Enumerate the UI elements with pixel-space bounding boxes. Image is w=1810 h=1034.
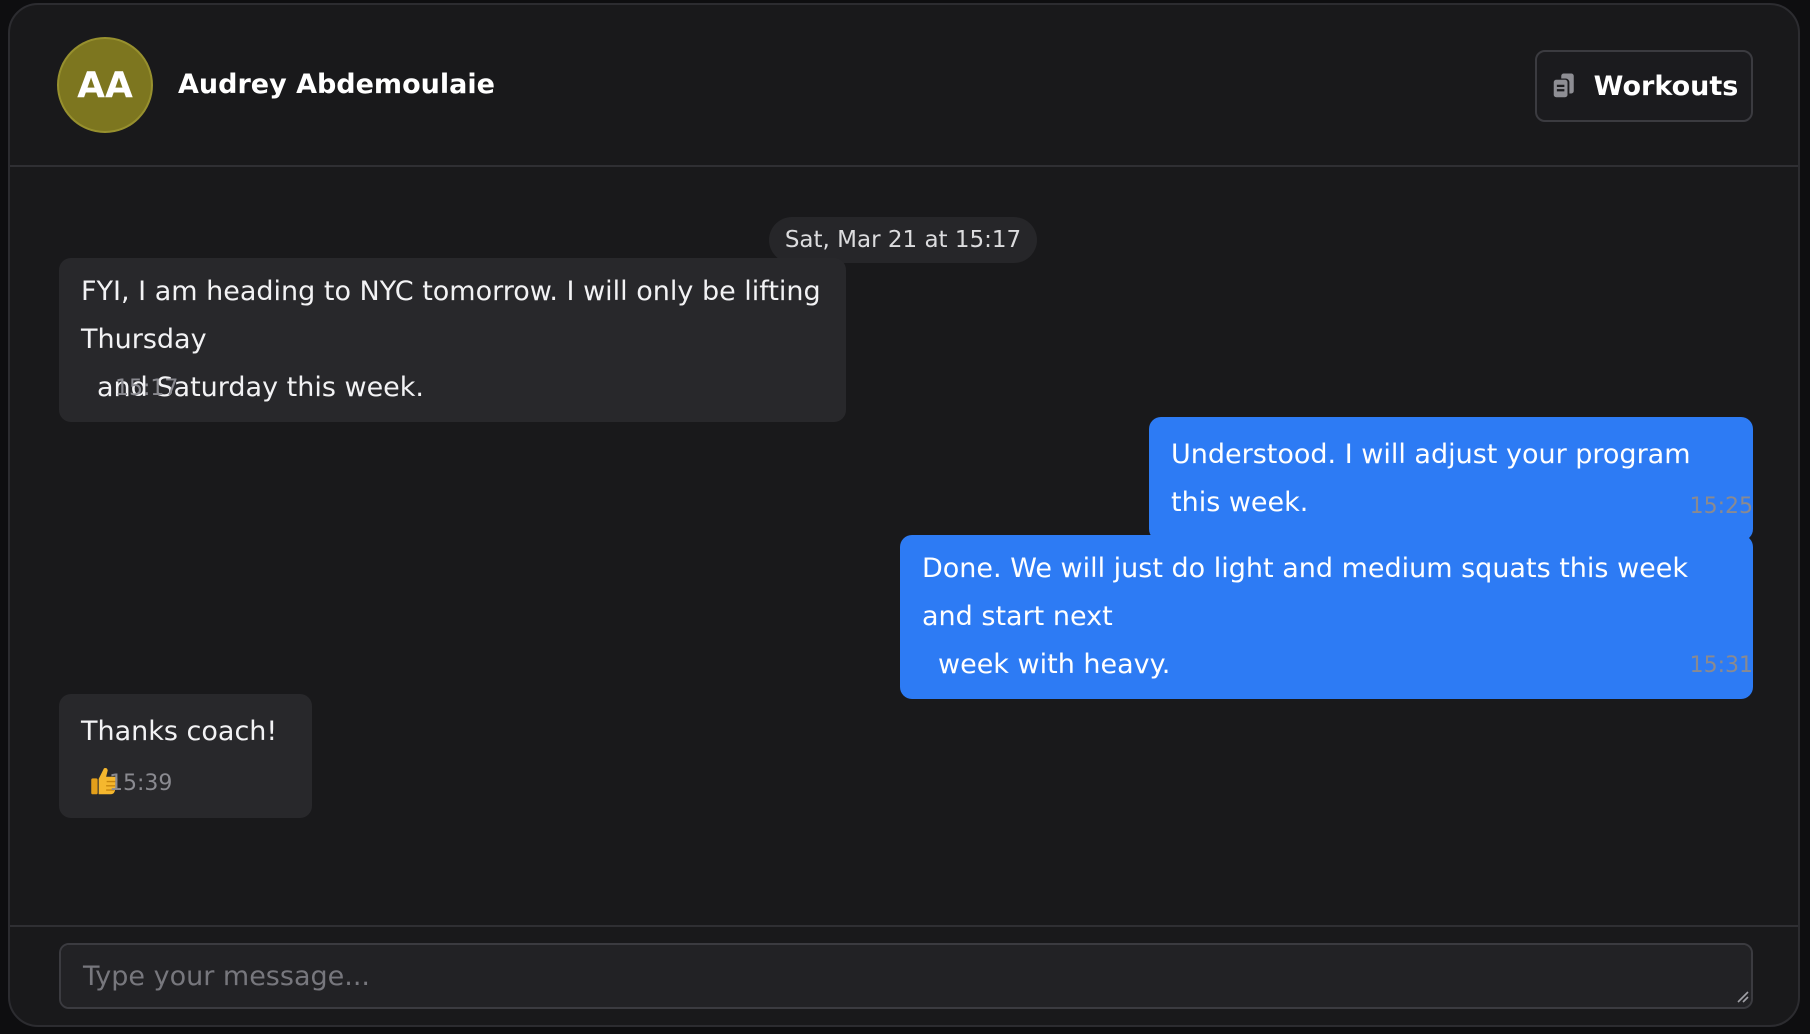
message-text: Thanks coach!	[81, 716, 278, 747]
message-text-continued: and Saturday this week.	[97, 372, 425, 403]
message-bubble-incoming[interactable]: Thanks coach!	[59, 694, 312, 818]
resize-grip-icon[interactable]	[1733, 987, 1749, 1003]
message-timestamp: 15:17	[115, 376, 179, 401]
composer-bar	[10, 925, 1798, 1025]
message-bubble-outgoing[interactable]: Understood. I will adjust your program t…	[1149, 417, 1753, 541]
message-timestamp: 15:25	[1689, 494, 1753, 519]
message-input[interactable]	[59, 943, 1753, 1009]
workouts-button-label: Workouts	[1593, 70, 1739, 102]
date-separator: Sat, Mar 21 at 15:17	[769, 217, 1037, 263]
avatar[interactable]: AA	[57, 37, 153, 133]
message-text: Understood. I will adjust your program t…	[1171, 439, 1691, 518]
chat-header: AA Audrey Abdemoulaie Workouts	[10, 5, 1798, 167]
message-text: FYI, I am heading to NYC tomorrow. I wil…	[81, 276, 821, 355]
avatar-initials: AA	[77, 64, 133, 106]
chat-window: AA Audrey Abdemoulaie Workouts Sat, Mar …	[8, 3, 1800, 1027]
clipboard-copy-icon	[1553, 73, 1574, 98]
message-bubble-outgoing[interactable]: Done. We will just do light and medium s…	[900, 535, 1753, 699]
message-list[interactable]: Sat, Mar 21 at 15:17 FYI, I am heading t…	[10, 169, 1798, 929]
message-text: Done. We will just do light and medium s…	[922, 553, 1689, 632]
message-timestamp: 15:31	[1689, 653, 1753, 678]
workouts-button[interactable]: Workouts	[1535, 50, 1753, 122]
message-timestamp: 15:39	[109, 771, 173, 796]
message-text-continued: week with heavy.	[938, 649, 1171, 680]
contact-name[interactable]: Audrey Abdemoulaie	[178, 69, 495, 100]
